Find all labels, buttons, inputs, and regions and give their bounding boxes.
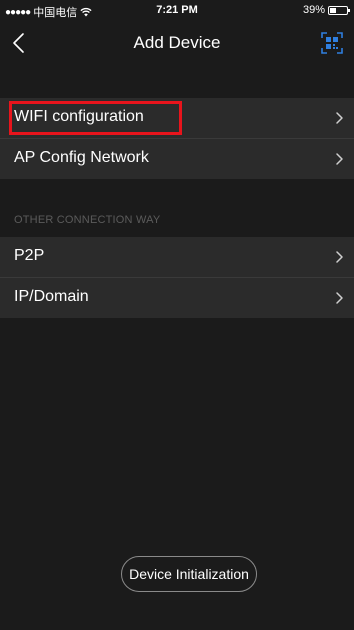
chevron-right-icon [336,251,343,263]
qr-scan-icon [321,32,343,54]
battery-percent: 39% [302,4,325,16]
battery-icon [328,5,350,15]
scan-qr-button[interactable] [321,32,343,54]
status-bar: ●●●●● 中国电信 7:21 PM 39% [0,0,354,20]
list-item-label: AP Config Network [14,149,149,166]
highlight-annotation-box [9,101,182,135]
nav-bar: Add Device [0,20,354,66]
list-item-ip-domain[interactable]: IP/Domain [0,278,354,318]
status-time: 7:21 PM [156,4,198,16]
list-item-label: IP/Domain [14,288,89,305]
chevron-right-icon [336,112,343,124]
section-header: OTHER CONNECTION WAY [14,214,161,226]
battery-fill [330,7,336,13]
device-initialization-button[interactable]: Device Initialization [121,556,257,592]
status-right: 39% [302,4,350,16]
list-item-p2p[interactable]: P2P [0,237,354,277]
list-item-label: P2P [14,247,45,264]
chevron-right-icon [336,292,343,304]
page-title: Add Device [133,33,221,52]
screen: ●●●●● 中国电信 7:21 PM 39% Add Device WIFI c… [0,0,354,630]
list-item-ap-config-network[interactable]: AP Config Network [0,139,354,179]
chevron-right-icon [336,153,343,165]
